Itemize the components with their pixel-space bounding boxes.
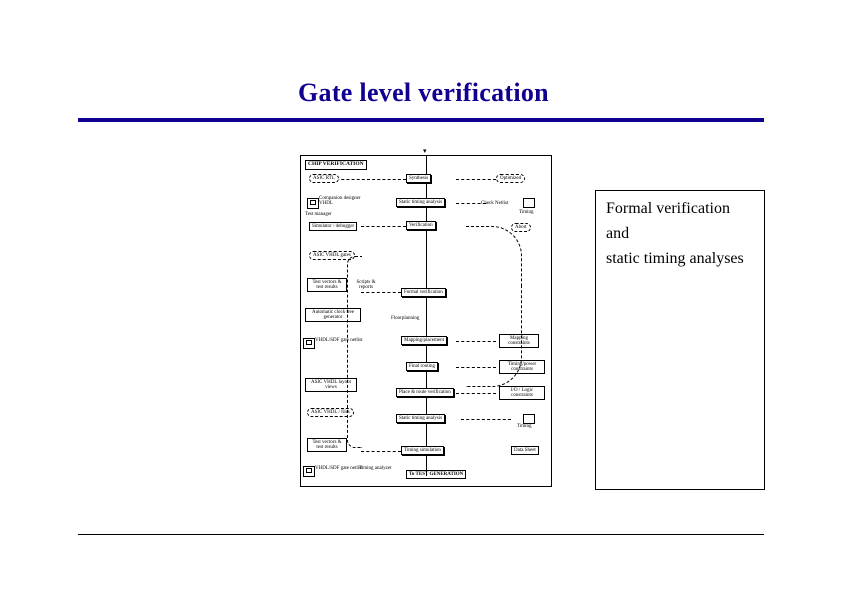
page: Gate level verification ▾ CHIP VERIFICAT… xyxy=(0,0,842,595)
connector xyxy=(461,419,511,421)
pc-icon xyxy=(307,198,319,209)
cloud-abort: Abort xyxy=(511,223,531,232)
page-title: Gate level verification xyxy=(298,78,764,108)
box-sta-2: Static timing analysis xyxy=(396,414,445,423)
connector xyxy=(361,451,401,453)
flow-diagram: ▾ CHIP VERIFICATION Synthesis Static tim… xyxy=(300,155,552,487)
box-formal: Formal verification xyxy=(401,288,446,297)
pc-icon xyxy=(303,338,315,349)
label-analyzer: Timing analyzer xyxy=(359,466,392,471)
header-rule xyxy=(78,118,764,122)
connector xyxy=(331,179,406,181)
doc-icon xyxy=(523,198,535,208)
connector xyxy=(361,292,401,294)
label-test-mgr: Test manager xyxy=(305,212,332,217)
box-sta-1: Static timing analysis xyxy=(396,198,445,207)
label-vhdl: VHDL/SDF gate netlist xyxy=(315,466,363,471)
doc-simulator: Simulator / debugger xyxy=(309,222,357,231)
box-synthesis: Synthesis xyxy=(406,174,431,183)
header: Gate level verification xyxy=(78,78,764,122)
doc-datasheet: Data Sheet xyxy=(511,446,539,455)
doc-test-vec: Test vectors & test results xyxy=(307,278,347,292)
entry-arrow-icon: ▾ xyxy=(423,147,427,155)
pc-icon xyxy=(303,466,315,477)
box-mapping: Mapping/placement xyxy=(401,336,447,345)
notes-box: Formal verification and static timing an… xyxy=(595,190,765,490)
connector xyxy=(456,179,496,181)
cloud-optimized: Optimized xyxy=(496,174,525,183)
feedback-arc-left xyxy=(347,256,362,448)
doc-io-constr: I/O / Logic constraints xyxy=(499,386,545,400)
box-timing-sim: Timing simulation xyxy=(401,446,444,455)
cloud-rtl: ASIC RTL xyxy=(309,174,339,183)
doc-test-vec-2: Test vectors & test results xyxy=(307,438,347,452)
box-routing: Final routing xyxy=(406,362,438,371)
box-place-route: Place & route verification xyxy=(396,388,454,397)
footer-rule xyxy=(78,534,764,535)
box-verification: Verification xyxy=(406,221,436,230)
notes-line: static timing analyses xyxy=(606,249,754,268)
feedback-arc xyxy=(466,226,522,287)
label-timing-2: Timing xyxy=(517,424,532,429)
feedback-arc xyxy=(466,286,522,387)
diagram-title: CHIP VERIFICATION xyxy=(305,160,367,170)
label-designer: Companion designer VHDL xyxy=(319,196,367,207)
connector xyxy=(361,226,406,228)
label-check-netlist: Check Netlist xyxy=(481,201,508,206)
doc-icon xyxy=(523,414,535,424)
notes-line: and xyxy=(606,224,754,243)
label-timing-1: Timing xyxy=(519,210,534,215)
box-to-test: To TEST GENERATION xyxy=(406,470,466,479)
connector xyxy=(456,393,496,395)
notes-line: Formal verification xyxy=(606,199,754,218)
label-floorplan: Floorplanning xyxy=(391,316,419,321)
